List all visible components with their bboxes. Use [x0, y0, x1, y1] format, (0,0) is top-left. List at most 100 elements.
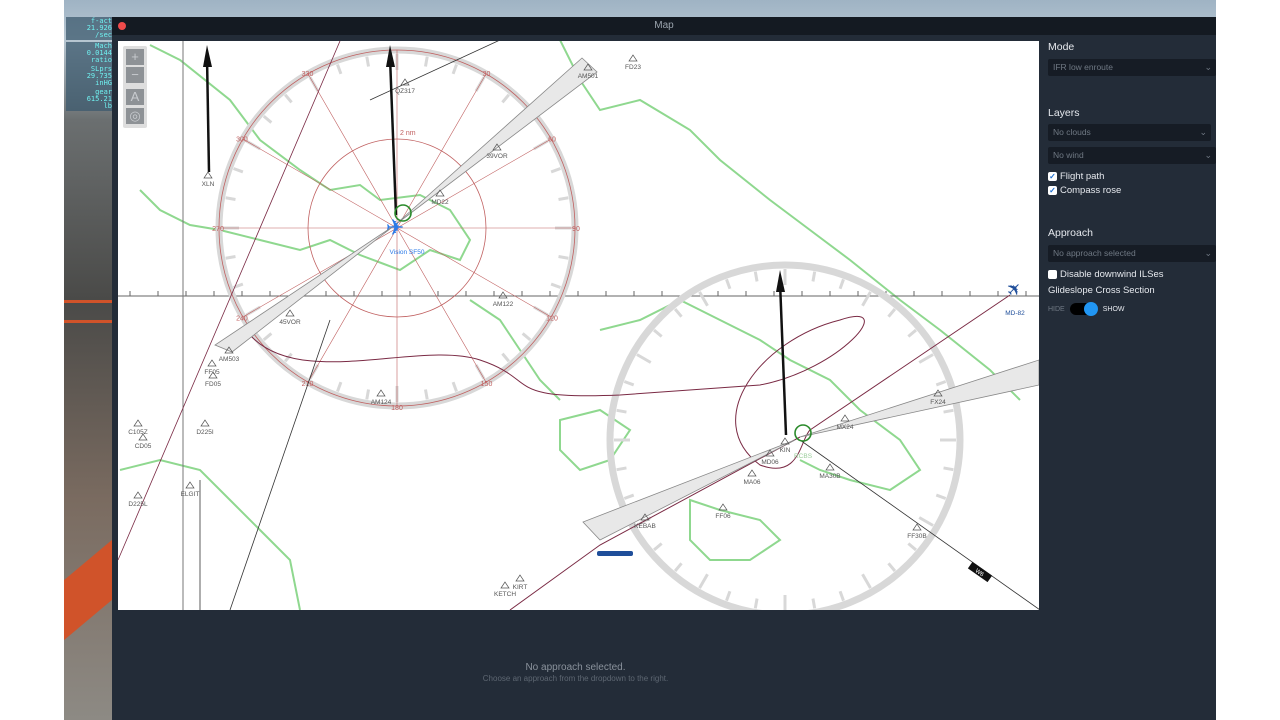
- clouds-value: No clouds: [1053, 127, 1091, 137]
- flight-path-checkbox[interactable]: ✓ Flight path: [1048, 171, 1104, 182]
- bearing-label: 300: [236, 137, 248, 144]
- waypoint-label: MD22: [431, 199, 449, 206]
- compass-tick: [811, 598, 817, 609]
- bearing-line: [396, 138, 552, 229]
- hud-readout: Mach 0.0144 ratio: [66, 42, 114, 65]
- compass-rose-label: Compass rose: [1060, 185, 1122, 196]
- zoom-out-button[interactable]: −: [126, 67, 144, 83]
- disable-ils-checkbox[interactable]: Disable downwind ILSes: [1048, 269, 1164, 280]
- glideslope-toggle[interactable]: HIDE SHOW: [1048, 302, 1125, 316]
- compass-tick: [861, 573, 872, 589]
- wind-value: No wind: [1053, 150, 1084, 160]
- approach-heading: Approach: [1048, 227, 1093, 239]
- map-canvas[interactable]: 3303002702402101801501209060302 nmW6FD23…: [118, 41, 1039, 610]
- compass-tick: [698, 291, 709, 307]
- coastline: [119, 458, 301, 610]
- compass-tick: [673, 562, 683, 572]
- compass-tick: [811, 271, 817, 282]
- bearing-label: 180: [391, 405, 403, 412]
- airport-label: RCBS: [794, 453, 813, 460]
- bearing-label: 150: [481, 381, 493, 388]
- waypoint-icon: [133, 491, 143, 499]
- waypoint-label: KIRT: [513, 584, 528, 591]
- waypoint-label: C105Z: [128, 429, 148, 436]
- compass-tick: [284, 93, 293, 104]
- mode-heading: Mode: [1048, 41, 1075, 53]
- map-controls: + − A ◎: [123, 46, 147, 128]
- compass-tick: [943, 466, 954, 472]
- compass-tick: [623, 380, 635, 387]
- compass-tick: [838, 278, 845, 290]
- waypoint-icon: [515, 574, 525, 582]
- waypoint-label: FX24: [930, 399, 946, 406]
- runway-marking: [64, 300, 112, 303]
- compass-tick: [935, 493, 947, 500]
- compass-tick: [861, 291, 872, 307]
- waypoint-label: D225L: [128, 501, 148, 508]
- title-bar[interactable]: Map: [112, 17, 1216, 35]
- compass-tick: [616, 408, 627, 414]
- hud-readout: f-act 21.926 /sec: [66, 17, 114, 40]
- bearing-line: [307, 73, 398, 229]
- message-secondary: Choose an approach from the dropdown to …: [482, 674, 669, 683]
- waypoint-label: KIN: [780, 447, 791, 454]
- waypoint-label: 39VOR: [486, 153, 508, 160]
- compass-tick: [501, 93, 510, 104]
- waypoint-icon: [747, 469, 757, 477]
- aircraft-label: MD-82: [1005, 310, 1025, 317]
- bearing-label: 30: [483, 71, 491, 78]
- compass-tick: [725, 590, 732, 602]
- waypoint-label: FF05: [204, 369, 220, 376]
- compass-tick: [616, 466, 627, 472]
- waypoint-label: FF06: [715, 513, 731, 520]
- compass-tick: [336, 63, 343, 75]
- compass-rose-checkbox[interactable]: ✓ Compass rose: [1048, 185, 1121, 196]
- waypoint-icon: [628, 54, 638, 62]
- compass-tick: [262, 115, 273, 124]
- clouds-dropdown[interactable]: No clouds ⌄: [1048, 124, 1211, 141]
- compass-tick: [698, 573, 709, 589]
- compass-tick: [918, 353, 934, 364]
- ground-vehicle-icon: [597, 551, 633, 556]
- waypoint-label: FF30B: [907, 533, 927, 540]
- wind-dropdown[interactable]: No wind ⌄: [1048, 147, 1216, 164]
- compass-tick: [451, 63, 458, 75]
- window-title: Map: [654, 20, 674, 31]
- waypoint-icon: [840, 414, 850, 422]
- message-primary: No approach selected.: [525, 662, 626, 673]
- toggle-hide-label: HIDE: [1048, 305, 1065, 313]
- flight-route: [249, 294, 1011, 469]
- approach-message: No approach selected. Choose an approach…: [112, 662, 1039, 683]
- waypoint-label: MA06: [744, 479, 761, 486]
- waypoint-label: MA30B: [819, 473, 840, 480]
- waypoint-icon: [185, 481, 195, 489]
- toggle-switch[interactable]: [1069, 302, 1098, 316]
- disable-ils-label: Disable downwind ILSes: [1060, 269, 1164, 280]
- zoom-in-button[interactable]: +: [126, 49, 144, 65]
- map-drawing[interactable]: 3303002702402101801501209060302 nmW6FD23…: [118, 41, 1039, 610]
- compass-tick: [225, 196, 236, 201]
- waypoint-label: QZ317: [395, 88, 415, 95]
- waypoint-icon: [825, 463, 835, 471]
- waypoint-label: KETCH: [494, 591, 516, 598]
- bearing-label: 60: [548, 137, 556, 144]
- user-aircraft-label: Vision SF50: [390, 249, 425, 256]
- compass-tick: [838, 590, 845, 602]
- compass-tick: [907, 542, 917, 552]
- map-window: Map 3303002702402101801501209060302 nmW6…: [112, 17, 1216, 720]
- waypoint-label: MD06: [761, 459, 779, 466]
- flight-path-label: Flight path: [1060, 171, 1105, 182]
- ils-cone: [214, 224, 396, 353]
- bearing-label: 120: [546, 316, 558, 323]
- compass-tick: [673, 308, 683, 318]
- checkmark-icon: ✓: [1048, 172, 1057, 181]
- center-aircraft-button[interactable]: ◎: [126, 108, 144, 124]
- bearing-label: 330: [302, 71, 314, 78]
- compass-tick: [521, 332, 532, 341]
- north-up-button[interactable]: A: [126, 89, 144, 105]
- approach-dropdown[interactable]: No approach selected ⌄: [1048, 245, 1216, 262]
- compass-tick: [424, 389, 429, 400]
- mode-dropdown[interactable]: IFR low enroute ⌄: [1048, 59, 1216, 76]
- bearing-label: 270: [212, 226, 224, 233]
- chevron-down-icon: ⌄: [1199, 127, 1207, 137]
